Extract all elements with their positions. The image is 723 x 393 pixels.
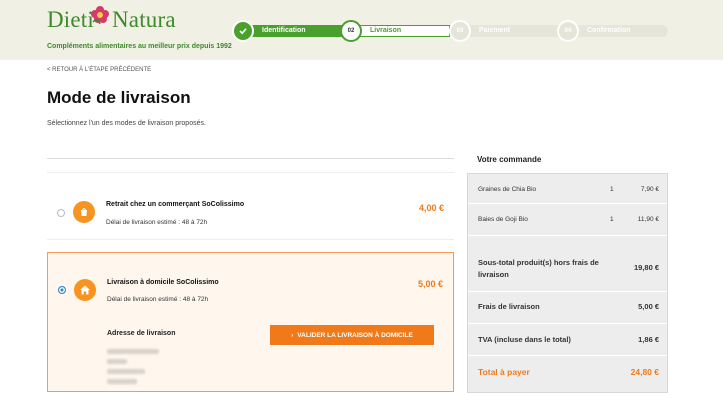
logo-text-part2: Natura (112, 7, 176, 32)
flower-icon (91, 6, 109, 25)
summary-item-row: Graines de Chia Bio 1 7,90 € (478, 186, 659, 193)
summary-divider (468, 291, 667, 292)
validate-home-delivery-button[interactable]: › VALIDER LA LIVRAISON À DOMICILE (270, 325, 434, 345)
step-identification-label: Identification (262, 27, 306, 34)
pickup-delay: Délai de livraison estimé : 48 à 72h (106, 219, 208, 226)
step-paiement-label: Paiement (479, 27, 511, 34)
item-qty: 1 (610, 216, 614, 223)
address-line-blurred (107, 359, 127, 364)
item-name: Baies de Goji Bio (478, 216, 528, 223)
total-label: Total à payer (478, 367, 530, 377)
step-confirmation-circle: 04 (557, 20, 579, 42)
pickup-price: 4,00 € (418, 203, 444, 213)
item-qty: 1 (610, 186, 614, 193)
tax-row: TVA (incluse dans le total) 1,86 € (478, 335, 659, 344)
home-icon (74, 279, 96, 301)
page-subtitle: Sélectionnez l'un des modes de livraison… (47, 120, 206, 127)
validate-button-label: VALIDER LA LIVRAISON À DOMICILE (297, 331, 413, 339)
item-price: 7,90 € (640, 186, 659, 193)
step-livraison-circle: 02 (340, 20, 362, 42)
step-identification-circle (232, 20, 254, 42)
total-value: 24,80 € (630, 367, 659, 377)
address-line-blurred (107, 349, 159, 354)
address-line-blurred (107, 369, 145, 374)
summary-divider (468, 235, 667, 236)
shopping-bag-icon (73, 201, 95, 223)
item-name: Graines de Chia Bio (478, 186, 537, 193)
chevron-right-icon: › (291, 331, 294, 339)
order-summary: Graines de Chia Bio 1 7,90 € Baies de Go… (467, 173, 668, 393)
shipping-value: 5,00 € (638, 302, 659, 311)
subtotal-row: Sous-total produit(s) hors frais de livr… (478, 257, 659, 281)
checkout-steps: Identification 02 Livraison 03 Paiement … (232, 20, 668, 42)
step-paiement-circle: 03 (449, 20, 471, 42)
pickup-title: Retrait chez un commerçant SoColissimo (106, 201, 245, 208)
logo-text-part1: Dieti (47, 7, 94, 32)
tagline: Compléments alimentaires au meilleur pri… (47, 43, 232, 50)
logo[interactable]: Dieti Natura (47, 6, 176, 33)
step-livraison-label: Livraison (370, 27, 402, 34)
subtotal-value: 19,80 € (633, 263, 659, 272)
back-link[interactable]: < RETOUR À L'ÉTAPE PRÉCÉDENTE (47, 67, 151, 73)
address-line-blurred (107, 379, 137, 384)
item-price: 11,90 € (637, 216, 659, 223)
shipping-option-home[interactable]: Livraison à domicile SoColissimo Délai d… (47, 252, 454, 392)
total-row: Total à payer 24,80 € (478, 367, 659, 377)
home-radio[interactable] (58, 286, 66, 294)
shipping-option-pickup[interactable]: Retrait chez un commerçant SoColissimo D… (47, 172, 454, 240)
home-price: 5,00 € (417, 279, 443, 289)
summary-divider (468, 323, 667, 324)
summary-item-row: Baies de Goji Bio 1 11,90 € (478, 216, 659, 223)
checkmark-icon (239, 28, 247, 35)
section-divider (47, 158, 454, 159)
home-delay: Délai de livraison estimé : 48 à 72h (107, 296, 209, 303)
shipping-label: Frais de livraison (478, 302, 540, 311)
tax-value: 1,86 € (638, 335, 659, 344)
shipping-row: Frais de livraison 5,00 € (478, 302, 659, 311)
delivery-address-title: Adresse de livraison (107, 330, 176, 337)
step-confirmation-label: Confirmation (587, 27, 631, 34)
summary-divider (468, 355, 667, 356)
summary-divider (468, 203, 667, 204)
tax-label: TVA (incluse dans le total) (478, 335, 571, 344)
order-summary-title: Votre commande (477, 155, 542, 164)
subtotal-label: Sous-total produit(s) hors frais de livr… (478, 258, 599, 279)
home-title: Livraison à domicile SoColissimo (107, 279, 219, 286)
site-header: Dieti Natura Compléments alimentaires au … (0, 0, 723, 60)
page-title: Mode de livraison (47, 88, 191, 107)
pickup-radio[interactable] (57, 209, 65, 217)
